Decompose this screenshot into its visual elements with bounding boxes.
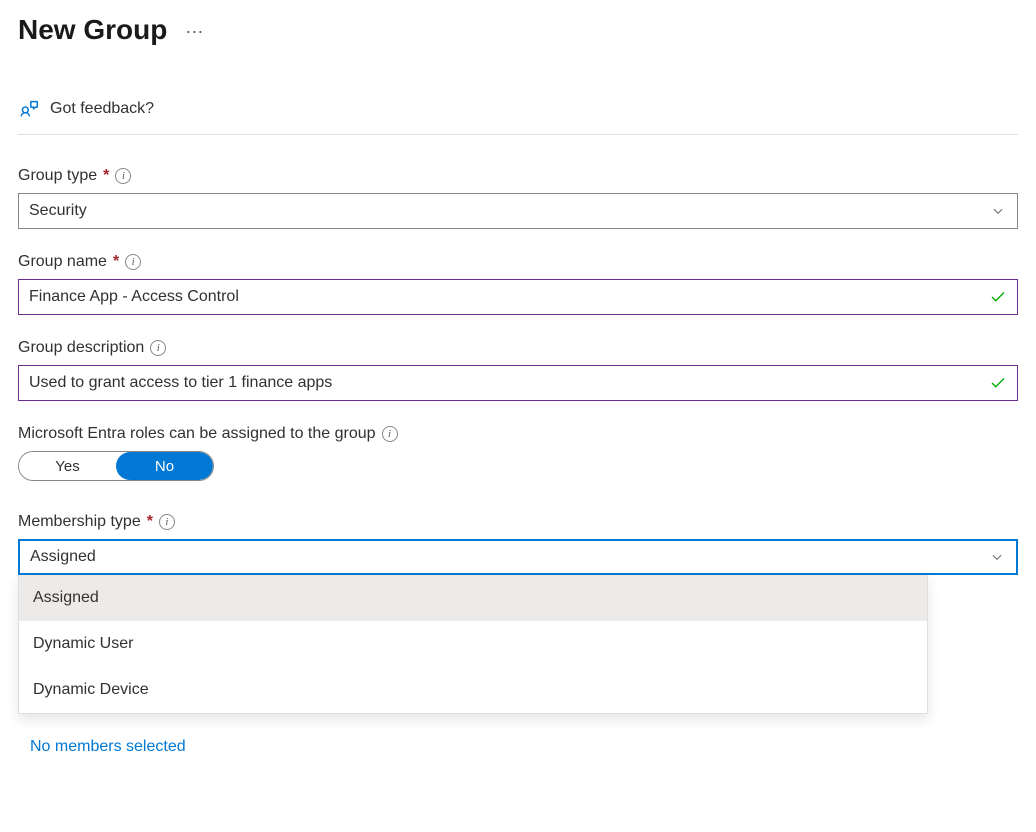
required-asterisk: * <box>113 253 119 271</box>
group-type-select[interactable]: Security <box>18 193 1018 229</box>
required-asterisk: * <box>103 167 109 185</box>
info-icon[interactable]: i <box>150 340 166 356</box>
membership-type-dropdown: Assigned Dynamic User Dynamic Device <box>18 575 928 714</box>
info-icon[interactable]: i <box>125 254 141 270</box>
group-name-value: Finance App - Access Control <box>29 288 239 306</box>
chevron-down-icon <box>990 550 1004 564</box>
feedback-icon <box>18 98 40 120</box>
valid-check-icon <box>989 374 1007 392</box>
toggle-yes[interactable]: Yes <box>19 452 116 480</box>
group-description-input[interactable]: Used to grant access to tier 1 finance a… <box>18 365 1018 401</box>
group-type-label: Group type <box>18 167 97 185</box>
group-description-label: Group description <box>18 339 144 357</box>
toggle-no[interactable]: No <box>116 452 213 480</box>
membership-type-select[interactable]: Assigned <box>18 539 1018 575</box>
group-description-value: Used to grant access to tier 1 finance a… <box>29 374 332 392</box>
feedback-link[interactable]: Got feedback? <box>50 100 154 118</box>
group-type-value: Security <box>29 202 87 220</box>
chevron-down-icon <box>991 204 1005 218</box>
dropdown-option-assigned[interactable]: Assigned <box>19 575 927 621</box>
dropdown-option-dynamic-device[interactable]: Dynamic Device <box>19 667 927 713</box>
valid-check-icon <box>989 288 1007 306</box>
info-icon[interactable]: i <box>115 168 131 184</box>
group-name-label: Group name <box>18 253 107 271</box>
info-icon[interactable]: i <box>159 514 175 530</box>
dropdown-option-dynamic-user[interactable]: Dynamic User <box>19 621 927 667</box>
required-asterisk: * <box>147 513 153 531</box>
info-icon[interactable]: i <box>382 426 398 442</box>
membership-type-label: Membership type <box>18 513 141 531</box>
group-name-input[interactable]: Finance App - Access Control <box>18 279 1018 315</box>
entra-roles-label: Microsoft Entra roles can be assigned to… <box>18 425 376 443</box>
page-title: New Group <box>18 14 167 46</box>
more-actions-button[interactable]: ⋯ <box>185 19 205 41</box>
entra-roles-toggle[interactable]: Yes No <box>18 451 214 481</box>
members-link[interactable]: No members selected <box>30 738 186 755</box>
membership-type-value: Assigned <box>30 548 96 566</box>
